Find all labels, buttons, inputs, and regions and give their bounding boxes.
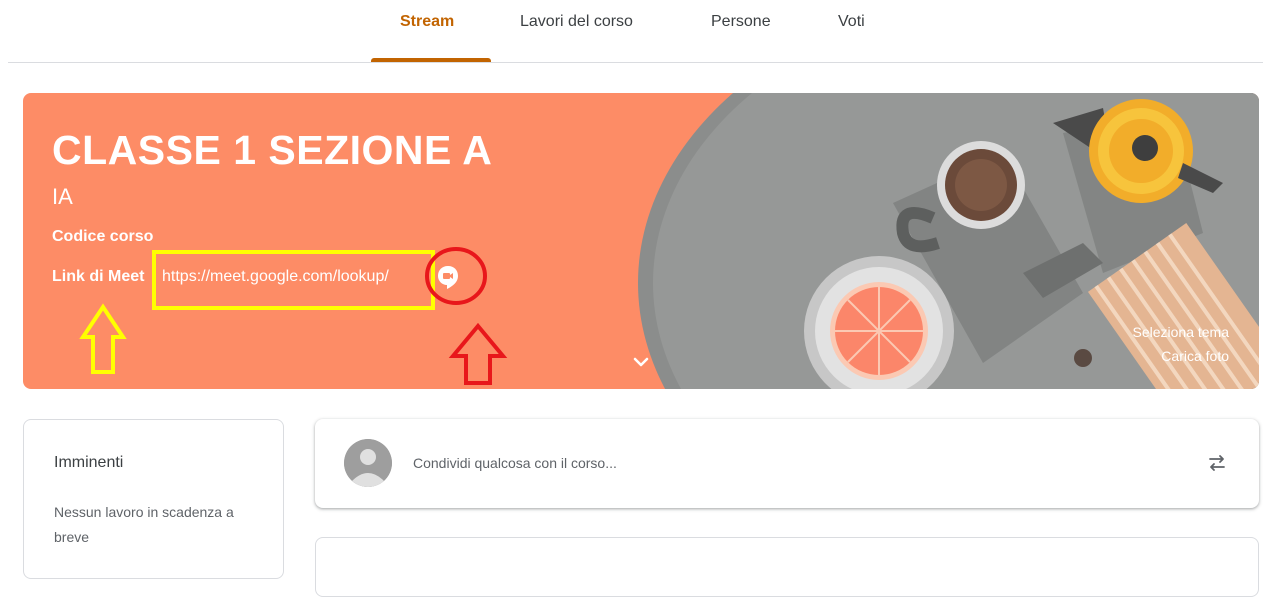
tab-persone[interactable]: Persone xyxy=(711,13,771,31)
tab-voti[interactable]: Voti xyxy=(838,13,865,31)
avatar xyxy=(344,439,392,487)
share-input[interactable]: Condividi qualcosa con il corso... xyxy=(413,455,617,471)
upload-photo-link[interactable]: Carica foto xyxy=(1161,348,1229,364)
top-navigation: Stream Lavori del corso Persone Voti xyxy=(0,0,1263,63)
course-code-label: Codice corso xyxy=(52,228,154,245)
class-section: IA xyxy=(52,184,73,209)
class-name: CLASSE 1 SEZIONE A xyxy=(52,127,493,173)
tab-lavori-del-corso[interactable]: Lavori del corso xyxy=(520,13,633,31)
avatar-icon xyxy=(344,439,392,487)
course-banner: CLASSE 1 SEZIONE A IA Codice corso Link … xyxy=(23,93,1259,389)
tab-stream[interactable]: Stream xyxy=(400,13,454,31)
repost-icon[interactable] xyxy=(1205,451,1229,475)
upcoming-empty-text: Nessun lavoro in scadenza a breve xyxy=(54,504,234,545)
meet-link[interactable]: https://meet.google.com/lookup/ xyxy=(162,268,389,286)
next-post-card xyxy=(315,537,1259,597)
nav-divider xyxy=(8,62,1263,63)
chevron-down-icon[interactable] xyxy=(629,350,653,374)
share-box[interactable]: Condividi qualcosa con il corso... xyxy=(315,419,1259,508)
upcoming-card: Imminenti Nessun lavoro in scadenza a br… xyxy=(23,419,284,579)
upcoming-title: Imminenti xyxy=(54,454,124,471)
meet-video-icon[interactable] xyxy=(435,264,461,290)
select-theme-link[interactable]: Seleziona tema xyxy=(1132,324,1229,340)
meet-link-label: Link di Meet xyxy=(52,268,145,285)
